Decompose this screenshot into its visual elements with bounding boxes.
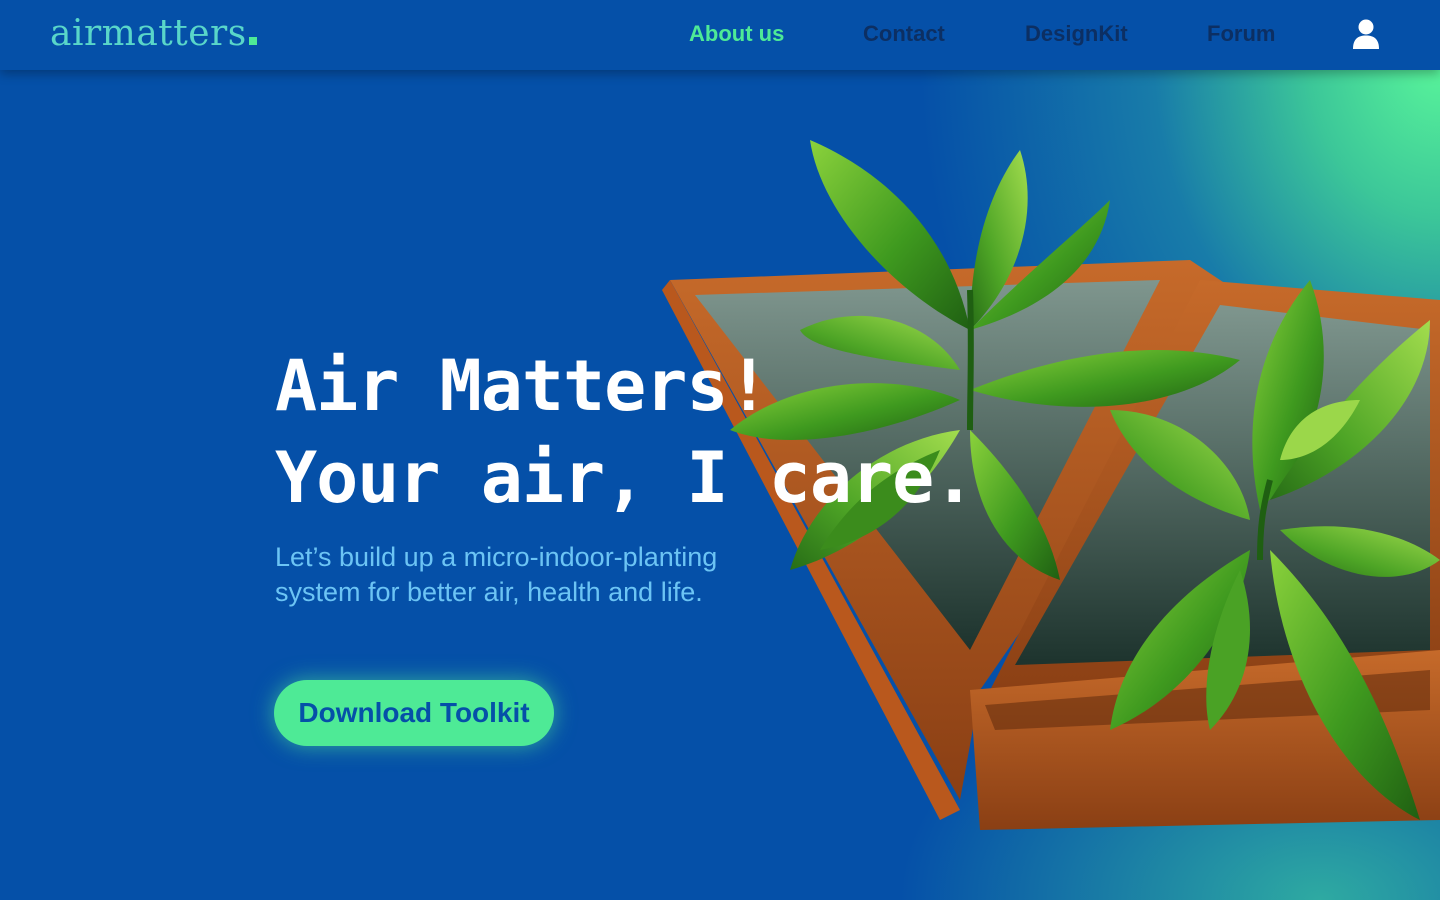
logo-dot-icon: [248, 37, 257, 45]
hero-title-line-1: Air Matters!: [275, 345, 770, 427]
download-toolkit-button[interactable]: Download Toolkit: [274, 680, 554, 746]
hero-title: Air Matters! Your air, I care.: [275, 340, 975, 524]
nav-designkit[interactable]: DesignKit: [1025, 20, 1128, 48]
hero-subtitle-line-1: Let’s build up a micro-indoor-planting: [275, 542, 718, 572]
navbar: airmatters About us Contact DesignKit Fo…: [0, 0, 1440, 70]
logo-text: airmatters: [50, 13, 247, 54]
user-icon: [1353, 19, 1379, 49]
hero-title-line-2: Your air, I care.: [275, 437, 975, 519]
logo[interactable]: airmatters: [50, 12, 257, 56]
nav-contact[interactable]: Contact: [863, 20, 945, 48]
hero-subtitle-line-2: system for better air, health and life.: [275, 577, 703, 607]
hero-subtitle: Let’s build up a micro-indoor-planting s…: [275, 540, 815, 610]
nav-about-us[interactable]: About us: [689, 20, 784, 48]
nav-forum[interactable]: Forum: [1207, 20, 1275, 48]
user-account-button[interactable]: [1352, 19, 1380, 49]
